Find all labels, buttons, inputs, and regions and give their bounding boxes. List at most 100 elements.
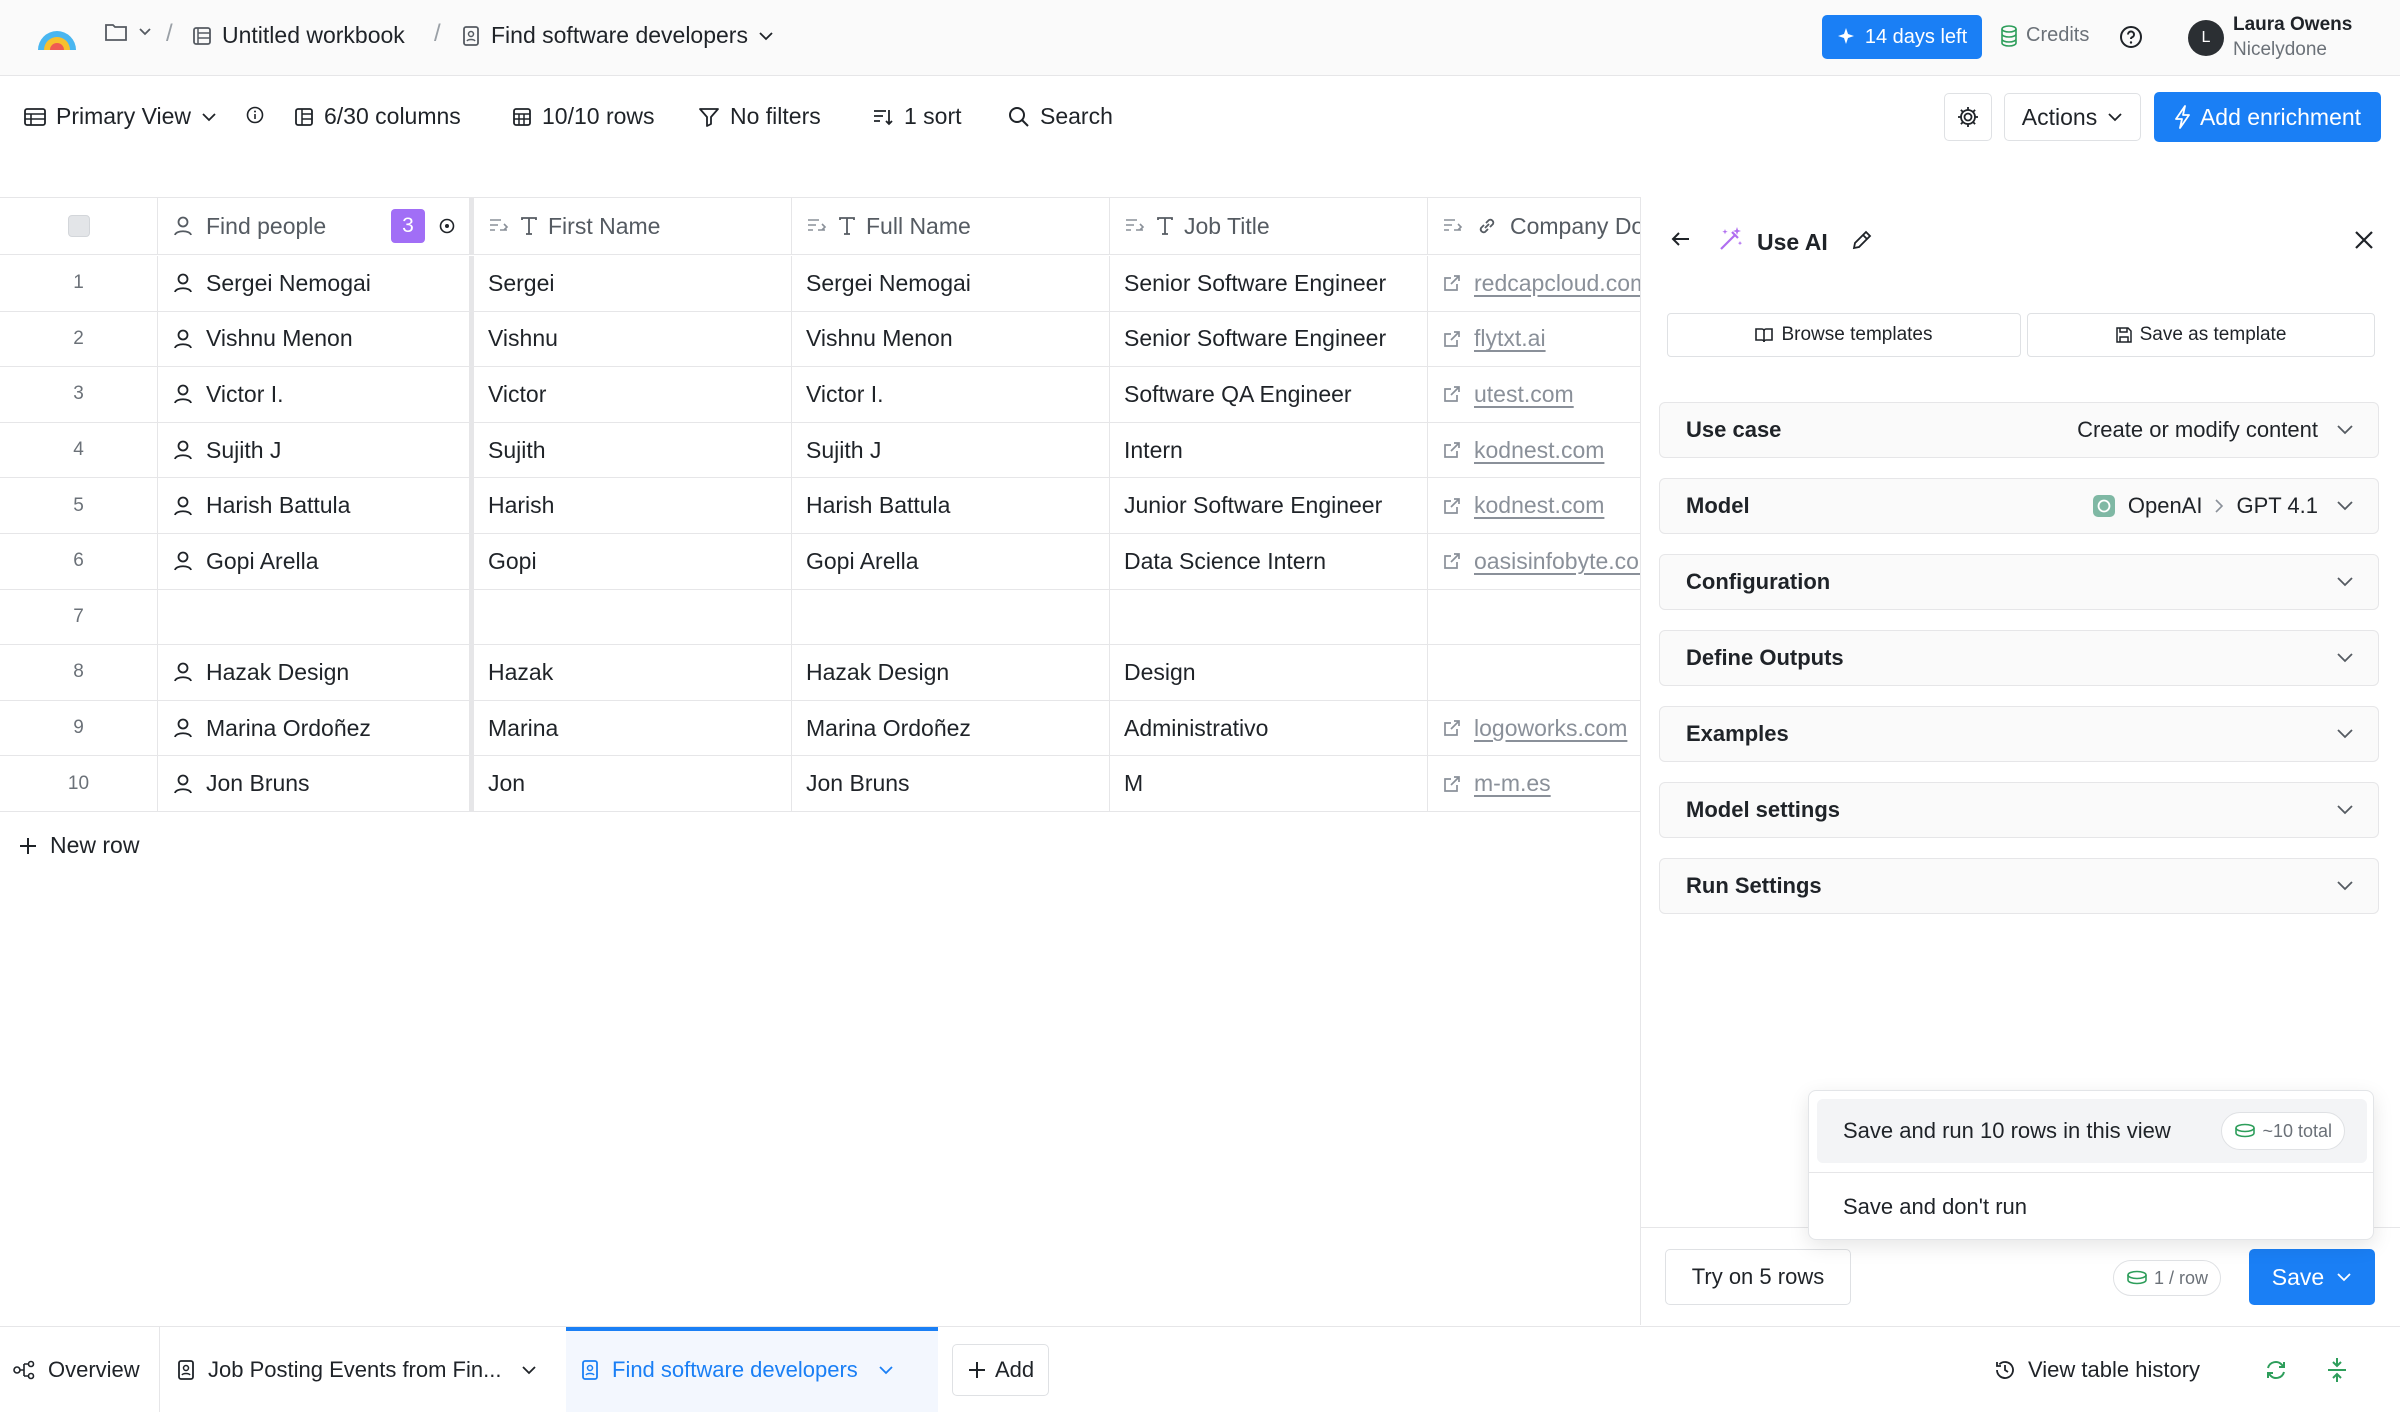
full-name-cell[interactable]: Jon Bruns	[792, 756, 1110, 811]
find-people-cell[interactable]	[158, 589, 474, 645]
table-row[interactable]: 8 Hazak Design Hazak Hazak Design Design	[0, 645, 1640, 701]
first-name-cell[interactable]: Gopi	[474, 534, 792, 589]
overview-tab[interactable]: Overview	[12, 1327, 140, 1412]
column-header-company-domain[interactable]: Company Do	[1428, 198, 1640, 254]
save-and-run-option[interactable]: Save and run 10 rows in this view ~10 to…	[1817, 1099, 2367, 1163]
full-name-cell[interactable]: Hazak Design	[792, 645, 1110, 700]
help-icon[interactable]	[2118, 24, 2144, 50]
first-name-cell[interactable]: Hazak	[474, 645, 792, 700]
table-row[interactable]: 4 Sujith J Sujith Sujith J Intern kodnes…	[0, 422, 1640, 479]
breadcrumb-workbook[interactable]: Untitled workbook	[192, 22, 405, 49]
full-name-cell[interactable]: Harish Battula	[792, 478, 1110, 533]
select-all-cell[interactable]	[0, 198, 158, 254]
company-domain-link[interactable]: m-m.es	[1474, 770, 1551, 797]
company-domain-cell[interactable]: utest.com	[1428, 367, 1640, 422]
chevron-down-icon[interactable]	[521, 1365, 537, 1375]
app-logo-icon[interactable]	[34, 18, 80, 54]
first-name-cell[interactable]: Jon	[474, 756, 792, 811]
avatar[interactable]: L	[2188, 20, 2224, 56]
external-link-icon[interactable]	[1442, 718, 1462, 738]
sort-button[interactable]: 1 sort	[872, 103, 962, 130]
first-name-cell[interactable]: Vishnu	[474, 311, 792, 367]
view-info-icon[interactable]	[246, 106, 264, 124]
first-name-cell[interactable]: Sergei	[474, 256, 792, 311]
full-name-cell[interactable]: Gopi Arella	[792, 534, 1110, 589]
table-row[interactable]: 1 Sergei Nemogai Sergei Sergei Nemogai S…	[0, 256, 1640, 312]
find-people-cell[interactable]: Hazak Design	[158, 645, 474, 700]
company-domain-link[interactable]: oasisinfobyte.com	[1474, 548, 1640, 575]
search-button[interactable]: Search	[1008, 103, 1113, 130]
company-domain-cell[interactable]: logoworks.com	[1428, 701, 1640, 756]
try-rows-button[interactable]: Try on 5 rows	[1665, 1249, 1851, 1305]
full-name-cell[interactable]: Sujith J	[792, 422, 1110, 478]
company-domain-link[interactable]: logoworks.com	[1474, 715, 1627, 742]
first-name-cell[interactable]	[474, 589, 792, 645]
breadcrumb-table[interactable]: Find software developers	[461, 22, 774, 49]
close-icon[interactable]	[2353, 229, 2375, 251]
define-outputs-section[interactable]: Define Outputs	[1659, 630, 2379, 686]
job-title-cell[interactable]: Administrativo	[1110, 700, 1428, 756]
first-name-cell[interactable]: Harish	[474, 478, 792, 533]
company-domain-cell[interactable]: kodnest.com	[1428, 423, 1640, 478]
full-name-cell[interactable]: Vishnu Menon	[792, 311, 1110, 367]
job-title-cell[interactable]: Senior Software Engineer	[1110, 311, 1428, 367]
column-header-first-name[interactable]: First Name	[474, 198, 792, 254]
external-link-icon[interactable]	[1442, 384, 1462, 404]
settings-button[interactable]	[1944, 93, 1992, 141]
save-button[interactable]: Save	[2249, 1249, 2375, 1305]
find-people-cell[interactable]: Jon Bruns	[158, 756, 474, 811]
company-domain-cell[interactable]	[1428, 645, 1640, 700]
new-row-button[interactable]: New row	[18, 832, 139, 859]
table-row[interactable]: 10 Jon Bruns Jon Jon Bruns M m-m.es	[0, 756, 1640, 812]
columns-button[interactable]: 6/30 columns	[294, 103, 461, 130]
company-domain-cell[interactable]: oasisinfobyte.com	[1428, 534, 1640, 589]
target-icon[interactable]	[437, 216, 457, 236]
find-people-cell[interactable]: Sergei Nemogai	[158, 256, 474, 311]
table-row[interactable]: 6 Gopi Arella Gopi Gopi Arella Data Scie…	[0, 534, 1640, 590]
credits-button[interactable]: Credits	[2000, 24, 2089, 47]
configuration-section[interactable]: Configuration	[1659, 554, 2379, 610]
job-title-cell[interactable]: Senior Software Engineer	[1110, 256, 1428, 311]
view-table-history-button[interactable]: View table history	[1994, 1327, 2200, 1412]
collapse-icon[interactable]	[2326, 1327, 2348, 1412]
add-enrichment-button[interactable]: Add enrichment	[2154, 92, 2381, 142]
full-name-cell[interactable]	[792, 589, 1110, 645]
external-link-icon[interactable]	[1442, 440, 1462, 460]
table-row[interactable]: 7	[0, 589, 1640, 646]
job-title-cell[interactable]	[1110, 589, 1428, 645]
external-link-icon[interactable]	[1442, 496, 1462, 516]
find-people-badge[interactable]: 3	[391, 209, 425, 243]
view-selector[interactable]: Primary View	[24, 103, 217, 130]
company-domain-link[interactable]: flytxt.ai	[1474, 325, 1546, 352]
company-domain-cell[interactable]: m-m.es	[1428, 756, 1640, 811]
table-row[interactable]: 9 Marina Ordoñez Marina Marina Ordoñez A…	[0, 700, 1640, 757]
tab-job-posting-events[interactable]: Job Posting Events from Fin...	[176, 1327, 537, 1412]
edit-pencil-icon[interactable]	[1851, 229, 1873, 251]
find-people-cell[interactable]: Harish Battula	[158, 478, 474, 533]
find-people-cell[interactable]: Vishnu Menon	[158, 311, 474, 367]
table-row[interactable]: 5 Harish Battula Harish Harish Battula J…	[0, 478, 1640, 534]
job-title-cell[interactable]: Data Science Intern	[1110, 534, 1428, 589]
add-tab-button[interactable]: Add	[952, 1344, 1050, 1396]
find-people-cell[interactable]: Marina Ordoñez	[158, 700, 474, 756]
external-link-icon[interactable]	[1442, 273, 1462, 293]
full-name-cell[interactable]: Marina Ordoñez	[792, 700, 1110, 756]
external-link-icon[interactable]	[1442, 551, 1462, 571]
trial-badge[interactable]: 14 days left	[1822, 15, 1982, 59]
examples-section[interactable]: Examples	[1659, 706, 2379, 762]
full-name-cell[interactable]: Sergei Nemogai	[792, 256, 1110, 311]
company-domain-cell[interactable]: kodnest.com	[1428, 478, 1640, 533]
model-section[interactable]: Model OpenAI GPT 4.1	[1659, 478, 2379, 534]
filters-button[interactable]: No filters	[698, 103, 821, 130]
tab-find-software-developers[interactable]: Find software developers	[580, 1327, 894, 1412]
company-domain-cell[interactable]: redcapcloud.com	[1428, 256, 1640, 311]
first-name-cell[interactable]: Sujith	[474, 422, 792, 478]
table-row[interactable]: 2 Vishnu Menon Vishnu Vishnu Menon Senio…	[0, 311, 1640, 368]
column-header-find-people[interactable]: Find people 3	[158, 198, 474, 254]
external-link-icon[interactable]	[1442, 774, 1462, 794]
find-people-cell[interactable]: Gopi Arella	[158, 534, 474, 589]
rows-button[interactable]: 10/10 rows	[512, 103, 655, 130]
find-people-cell[interactable]: Victor I.	[158, 367, 474, 422]
browse-templates-button[interactable]: Browse templates	[1667, 313, 2021, 357]
refresh-icon[interactable]	[2264, 1327, 2288, 1412]
